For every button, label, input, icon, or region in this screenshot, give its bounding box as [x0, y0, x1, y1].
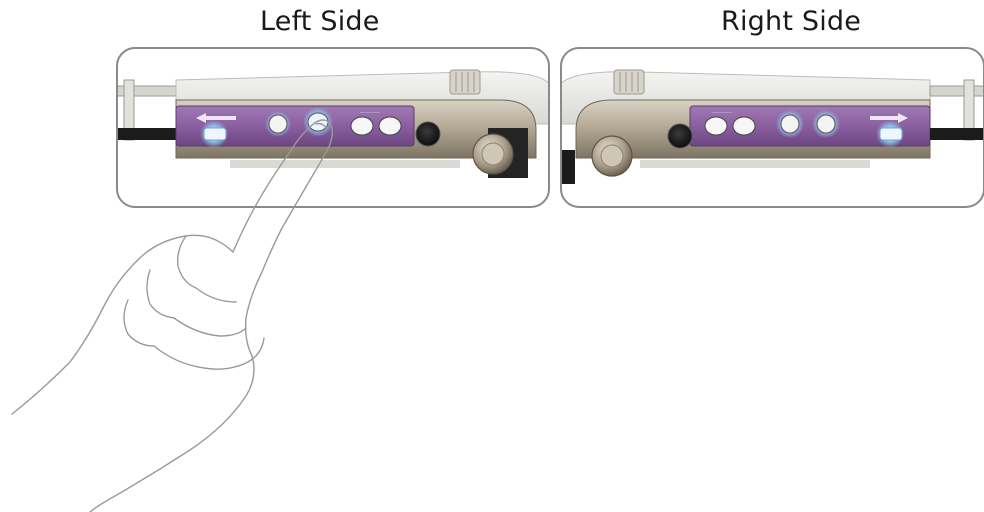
svg-text:—————: ————— — [712, 109, 732, 114]
left-side-panel: ————— — [117, 69, 549, 178]
svg-text:—————: ————— — [360, 109, 380, 114]
right-side-panel: ————— — [561, 69, 984, 184]
diagram-canvas: Left Side Right Side ————— ————— — [0, 0, 984, 512]
pointing-hand-icon — [11, 119, 334, 512]
device-illustration: ————— ————— — [11, 47, 984, 512]
